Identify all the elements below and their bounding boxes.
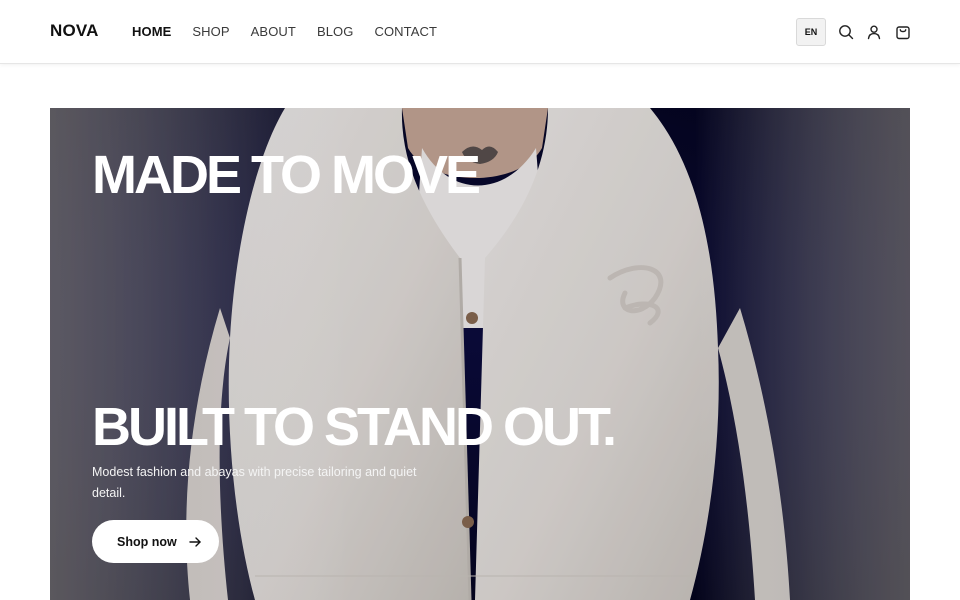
hero-headline-top: MADE TO MOVE bbox=[92, 145, 481, 205]
nav-item-home[interactable]: HOME bbox=[132, 24, 171, 39]
cart-icon[interactable] bbox=[894, 23, 912, 41]
nav-item-blog[interactable]: BLOG bbox=[317, 24, 354, 39]
nav-item-contact[interactable]: CONTACT bbox=[374, 24, 437, 39]
shop-now-label: Shop now bbox=[117, 534, 177, 549]
main-nav: HOME SHOP ABOUT BLOG CONTACT bbox=[132, 24, 458, 39]
hero-headline-bottom: BUILT TO STAND OUT. bbox=[92, 397, 617, 457]
site-logo[interactable]: NOVA bbox=[50, 21, 99, 41]
hero-banner: MADE TO MOVE BUILT TO STAND OUT. Modest … bbox=[50, 108, 910, 600]
user-icon[interactable] bbox=[865, 23, 883, 41]
arrow-right-icon bbox=[188, 535, 202, 549]
hero-subtitle: Modest fashion and abayas with precise t… bbox=[92, 465, 417, 500]
nav-item-shop[interactable]: SHOP bbox=[192, 24, 229, 39]
site-header: NOVA HOME SHOP ABOUT BLOG CONTACT EN bbox=[0, 0, 960, 64]
language-selector[interactable]: EN bbox=[796, 18, 826, 46]
shop-now-button[interactable]: Shop now bbox=[92, 520, 219, 563]
search-icon[interactable] bbox=[837, 23, 855, 41]
nav-item-about[interactable]: ABOUT bbox=[251, 24, 296, 39]
